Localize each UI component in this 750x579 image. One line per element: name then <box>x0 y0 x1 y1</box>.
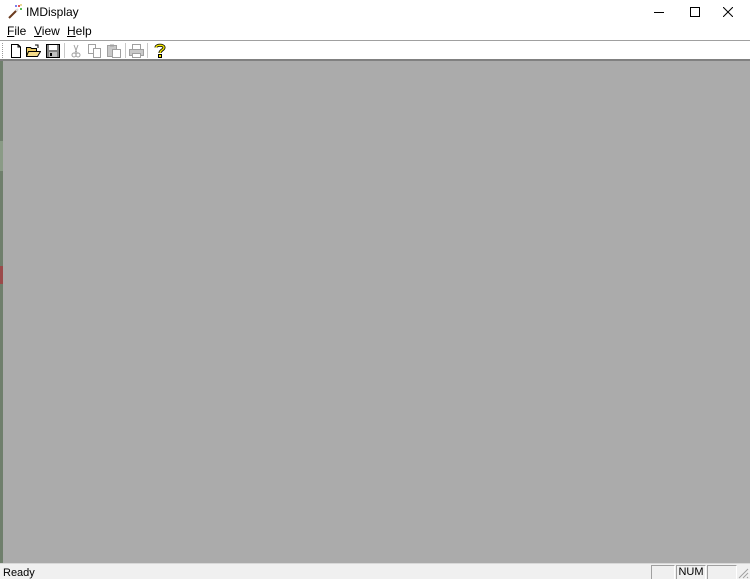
copy-button[interactable] <box>86 42 103 59</box>
save-icon <box>45 43 60 58</box>
close-button[interactable] <box>705 0 750 23</box>
print-icon <box>129 43 144 58</box>
caps-indicator <box>651 565 675 579</box>
menu-file-label: ile <box>14 24 27 38</box>
about-button[interactable] <box>151 42 168 59</box>
status-message: Ready <box>3 567 35 579</box>
scroll-indicator <box>707 565 737 579</box>
open-folder-icon <box>26 44 41 58</box>
copy-icon <box>87 43 102 58</box>
minimize-icon <box>654 7 664 17</box>
help-icon <box>154 43 166 58</box>
menu-help-mnemonic: H <box>67 24 76 38</box>
magic-wand-icon[interactable] <box>7 4 23 20</box>
paste-icon <box>106 44 121 58</box>
window-title: IMDisplay <box>26 5 79 19</box>
toolbar-separator <box>147 43 148 58</box>
close-icon <box>723 6 733 17</box>
size-grip-icon[interactable] <box>737 567 749 579</box>
print-button[interactable] <box>128 42 145 59</box>
new-document-icon <box>9 43 23 58</box>
open-button[interactable] <box>25 42 42 59</box>
num-indicator: NUM <box>676 565 706 579</box>
menu-help-label: elp <box>75 24 92 38</box>
save-button[interactable] <box>44 42 61 59</box>
toolbar-grip[interactable] <box>2 43 5 58</box>
menu-view[interactable]: View <box>33 24 61 39</box>
cut-button[interactable] <box>67 42 84 59</box>
title-bar[interactable]: IMDisplay <box>0 0 750 23</box>
status-bar: Ready NUM <box>0 563 750 579</box>
menu-view-label: iew <box>41 24 60 38</box>
toolbar-separator <box>64 43 65 58</box>
cut-icon <box>69 44 83 58</box>
paste-button[interactable] <box>105 42 122 59</box>
menu-view-mnemonic: V <box>34 24 42 38</box>
image-display-area[interactable] <box>3 61 750 563</box>
maximize-icon <box>690 6 700 17</box>
new-button[interactable] <box>7 42 24 59</box>
toolbar-separator <box>125 43 126 58</box>
menu-help[interactable]: Help <box>66 24 93 39</box>
menu-bar: File View Help <box>0 23 750 40</box>
menu-file[interactable]: File <box>6 24 27 39</box>
app-window: IMDisplay File View Help Ready NUM <box>0 0 750 579</box>
toolbar <box>0 41 750 60</box>
